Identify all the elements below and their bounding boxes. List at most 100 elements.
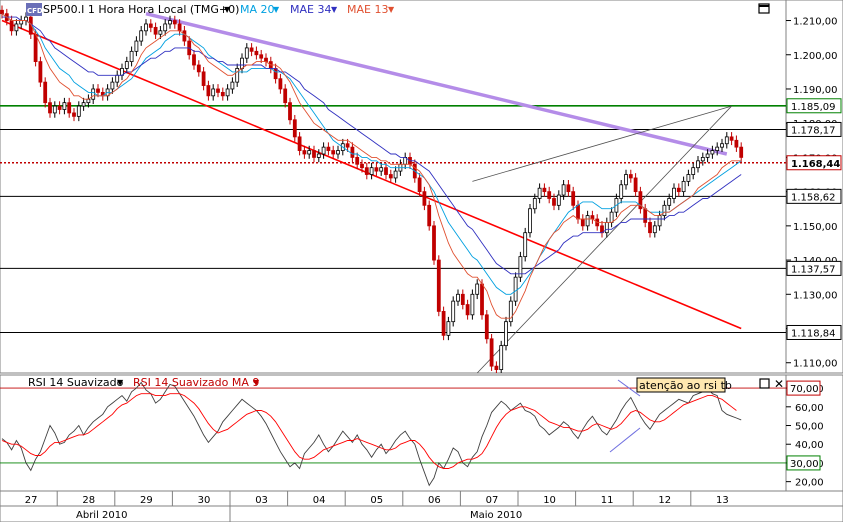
candle-body [163,23,168,32]
cfd-logo-text: CFD [27,7,43,15]
candle-body [316,153,321,158]
candle-body [676,187,681,193]
candle-body [355,157,360,165]
price-level-label: 1.137,57 [791,264,836,275]
candle-body [259,54,264,59]
candle-body [264,57,268,62]
candle-body [724,136,729,145]
candle-body [580,218,585,227]
day-tick-label: 07 [486,495,499,506]
rsi-ma-legend[interactable]: RSI 14 Suavizado MA 9 [133,376,259,389]
day-tick-label: 04 [313,495,326,506]
candle-body [528,208,532,234]
candle-body [115,74,120,83]
candle-body [686,174,691,182]
candle-body [436,259,441,312]
candle-body [321,146,326,155]
rsi-maximize-icon[interactable] [759,378,770,389]
candle-body [96,88,100,93]
candle-body [729,136,734,141]
price-tick-label: 1.130,00 [793,290,838,301]
candle-body [216,88,220,93]
candle-body [144,23,148,32]
candle-body [465,304,470,316]
rsi-legend[interactable]: RSI 14 Suavizado [28,376,124,389]
candle-body [240,57,244,69]
candle-body [681,180,686,193]
trading-chart: 27 28 29 30 03 04 05 06 07 10 11 12 13 Abril 2010 Maio… [0,0,843,522]
rsi-tick-label: 50,00 [795,422,824,433]
candle-body [225,88,230,97]
day-tick-label: 05 [370,495,383,506]
month-label-april: Abril 2010 [76,510,127,521]
candle-body [576,204,580,220]
candle-body [720,143,724,148]
candle-body [350,146,355,158]
candle-body [662,204,667,216]
mae13-legend[interactable]: MAE 13 [347,3,388,16]
price-panel[interactable] [0,0,787,374]
day-tick-label: 29 [140,495,153,506]
candle-body [201,71,206,86]
candle-body [451,300,456,323]
candle-body [364,167,369,175]
price-level-label: 1.118,84 [791,328,836,339]
candle-body [48,102,52,114]
candle-body [38,61,43,83]
candle-body [388,174,393,179]
candle-body [86,98,91,104]
day-tick-label: 27 [25,495,38,506]
rsi-tick-label: 60,00 [795,403,824,414]
candle-body [230,81,235,90]
symbol-dropdown-icon[interactable]: ▼ [224,5,231,14]
candle-body [235,68,240,83]
ma20-dropdown-icon[interactable]: ▼ [273,5,280,14]
candle-body [177,23,182,32]
rsi-ma-dropdown-icon[interactable]: ▼ [253,378,260,387]
candle-body [571,191,576,206]
candle-body [148,23,153,28]
candle-body [345,143,350,148]
mae34-legend[interactable]: MAE 34 [290,3,331,16]
rsi-level-label: 30,00 [790,459,819,470]
candle-body [556,194,561,206]
symbol-title[interactable]: SP500.I 1 Hora Hora Local (TMG+0) [43,3,239,16]
price-tick-label: 1.150,00 [793,222,838,233]
candle-body [57,105,62,110]
candle-body [547,191,552,199]
ma20-legend[interactable]: MA 20 [240,3,275,16]
candle-body [667,198,672,206]
candle-body [312,150,316,158]
candle-body [652,225,657,234]
rsi-note-text: atenção ao rsi tb [639,379,732,392]
candle-body [124,61,129,69]
mae34-dropdown-icon[interactable]: ▼ [331,5,338,14]
candle-body [297,136,302,151]
candle-body [43,81,48,104]
mae13-dropdown-icon[interactable]: ▼ [388,5,395,14]
candle-body [249,47,254,52]
candle-body [292,119,297,138]
rsi-dropdown-icon[interactable]: ▼ [117,378,124,387]
day-tick-label: 06 [428,495,441,506]
candle-body [422,191,427,206]
candle-body [307,150,312,155]
price-tick-label: 1.210,00 [793,17,838,28]
day-tick-label: 13 [716,495,729,506]
day-tick-label: 10 [543,495,556,506]
candle-body [710,150,715,155]
candle-body [76,105,81,117]
candle-body [441,311,446,336]
candle-body [470,293,475,316]
day-tick-label: 28 [82,495,95,506]
candle-body [14,23,19,32]
price-level-label: 1.168,44 [791,159,840,170]
candle-body [604,222,609,234]
candle-body [33,33,38,62]
rsi-close-icon[interactable]: ✕ [774,377,784,391]
candle-body [331,150,336,155]
candle-body [220,91,225,97]
rsi-tick-label: 40,00 [795,440,824,451]
candle-body [734,139,739,148]
candle-body [384,167,388,175]
